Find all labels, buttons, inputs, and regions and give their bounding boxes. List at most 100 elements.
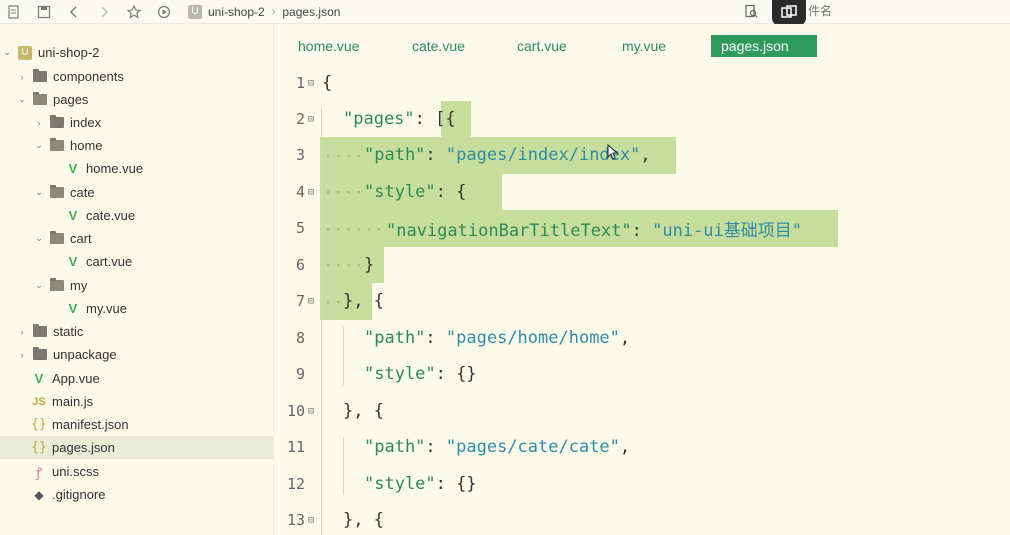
code-token: "pages"	[343, 109, 415, 129]
tree-item-cart-vue[interactable]: V cart.vue	[0, 250, 274, 273]
tab-cate-vue[interactable]: cate.vue	[412, 35, 465, 57]
chevron-right-icon: ›	[20, 349, 24, 360]
code-token: ,	[619, 328, 631, 348]
fold-toggle-icon[interactable]: ⊟	[308, 114, 314, 125]
screen-capture-icon	[781, 5, 797, 18]
json-file-icon: {}	[31, 417, 47, 432]
tree-item-label: App.vue	[52, 371, 100, 386]
code-token: "style"	[364, 364, 436, 384]
tree-item-label: cart	[70, 231, 92, 246]
tree-item-pages-json[interactable]: {} pages.json	[0, 436, 274, 459]
fold-toggle-icon[interactable]: ⊟	[308, 515, 314, 526]
code-token: "style"	[364, 182, 436, 202]
code-token: : {	[435, 182, 467, 202]
tree-item-cate[interactable]: ⌄ cate	[0, 181, 274, 204]
tree-item-cart[interactable]: ⌄ cart	[0, 227, 274, 250]
tree-item-home-vue[interactable]: V home.vue	[0, 157, 274, 180]
code-token: "pages/home/home"	[445, 328, 620, 348]
line-number: 2	[295, 110, 305, 128]
fold-toggle-icon[interactable]: ⊟	[308, 296, 314, 307]
code-token: ,	[619, 437, 631, 457]
chevron-down-icon: ⌄	[35, 140, 43, 150]
screen-capture-button[interactable]	[772, 0, 806, 26]
tree-item-gitignore[interactable]: ◆ .gitignore	[0, 483, 274, 506]
tree-item-manifest-json[interactable]: {} manifest.json	[0, 413, 274, 436]
code-line: 5 "navigationBarTitleText": "uni-ui基础项目"	[275, 210, 1010, 246]
run-icon[interactable]	[156, 4, 172, 20]
chevron-down-icon: ⌄	[35, 233, 43, 243]
tab-pages-json[interactable]: pages.json	[711, 35, 817, 57]
back-icon[interactable]	[66, 4, 82, 20]
tree-item-label: index	[70, 115, 102, 130]
folder-open-icon	[50, 231, 64, 245]
vue-file-icon: V	[68, 253, 78, 269]
line-number: 13	[286, 511, 305, 529]
tree-item-unpackage[interactable]: › unpackage	[0, 343, 274, 366]
code-line: 9 "style": {}	[275, 356, 1010, 392]
code-token: "path"	[364, 437, 426, 457]
fold-toggle-icon[interactable]: ⊟	[308, 406, 314, 417]
code-line: 3 "path": "pages/index/index",	[275, 137, 1010, 173]
tree-item-label: cate.vue	[86, 208, 136, 223]
chevron-down-icon: ⌄	[18, 94, 26, 104]
tab-cart-vue[interactable]: cart.vue	[517, 35, 567, 57]
tree-item-label: manifest.json	[52, 417, 129, 432]
tree-item-my-vue[interactable]: V my.vue	[0, 297, 274, 320]
vue-file-icon: V	[68, 207, 78, 223]
code-token: }, {	[343, 291, 384, 311]
folder-icon	[33, 69, 47, 83]
tree-item-components[interactable]: › components	[0, 65, 274, 88]
folder-open-icon	[50, 278, 64, 292]
code-token: "navigationBarTitleText"	[386, 220, 632, 241]
code-line: 10 ⊟ }, {	[275, 393, 1010, 429]
scss-file-icon: ꝭ	[35, 464, 43, 480]
folder-open-icon	[50, 138, 64, 152]
chevron-right-icon: ›	[20, 71, 24, 82]
line-number: 1	[295, 74, 305, 92]
tree-item-label: static	[53, 324, 84, 339]
breadcrumb-file[interactable]: pages.json	[282, 5, 340, 19]
folder-icon	[50, 115, 64, 129]
forward-icon[interactable]	[96, 4, 112, 20]
search-input[interactable]	[808, 2, 1008, 20]
tree-item-uni-scss[interactable]: ꝭ uni.scss	[0, 460, 274, 483]
tree-root[interactable]: ⌄ U uni-shop-2	[0, 41, 274, 64]
tree-item-home[interactable]: ⌄ home	[0, 134, 274, 157]
save-icon[interactable]	[36, 4, 52, 20]
tab-home-vue[interactable]: home.vue	[298, 35, 359, 57]
preview-icon[interactable]	[743, 3, 759, 19]
tree-item-my[interactable]: ⌄ my	[0, 274, 274, 297]
code-line: 11 "path": "pages/cate/cate",	[275, 429, 1010, 465]
code-line: 13 ⊟ }, {	[275, 502, 1010, 535]
tree-item-pages[interactable]: ⌄ pages	[0, 88, 274, 111]
chevron-down-icon: ⌄	[3, 47, 11, 57]
tree-item-label: pages	[53, 92, 89, 107]
line-number: 5	[295, 219, 305, 237]
tree-item-label: uni.scss	[52, 464, 99, 479]
fold-toggle-icon[interactable]: ⊟	[308, 187, 314, 198]
tree-item-static[interactable]: › static	[0, 320, 274, 343]
code-editor[interactable]: ···· ···· ······ ···· ·· 1 ⊟ { 2 ⊟ "page…	[275, 62, 1010, 535]
tree-root-label: uni-shop-2	[38, 45, 100, 60]
line-number: 9	[295, 365, 305, 383]
tree-item-label: cate	[70, 185, 95, 200]
code-line: 7 ⊟ }, {	[275, 283, 1010, 319]
code-token: }	[364, 255, 375, 275]
code-token: : [{	[414, 109, 456, 129]
code-line: 4 ⊟ "style": {	[275, 174, 1010, 210]
line-number: 10	[286, 402, 305, 420]
tree-item-cate-vue[interactable]: V cate.vue	[0, 204, 274, 227]
tab-my-vue[interactable]: my.vue	[622, 35, 666, 57]
star-icon[interactable]	[126, 4, 142, 20]
code-token: :	[631, 220, 653, 241]
tree-item-main-js[interactable]: JS main.js	[0, 390, 274, 413]
tree-item-label: my	[70, 278, 88, 293]
new-file-icon[interactable]	[6, 4, 22, 20]
line-number: 6	[295, 256, 305, 274]
breadcrumb-project[interactable]: uni-shop-2	[208, 5, 265, 19]
tree-item-app-vue[interactable]: V App.vue	[0, 367, 274, 390]
top-toolbar: U uni-shop-2 › pages.json	[0, 0, 1010, 26]
code-token: "path"	[364, 145, 426, 165]
tree-item-index[interactable]: › index	[0, 111, 274, 134]
fold-toggle-icon[interactable]: ⊟	[308, 78, 314, 89]
